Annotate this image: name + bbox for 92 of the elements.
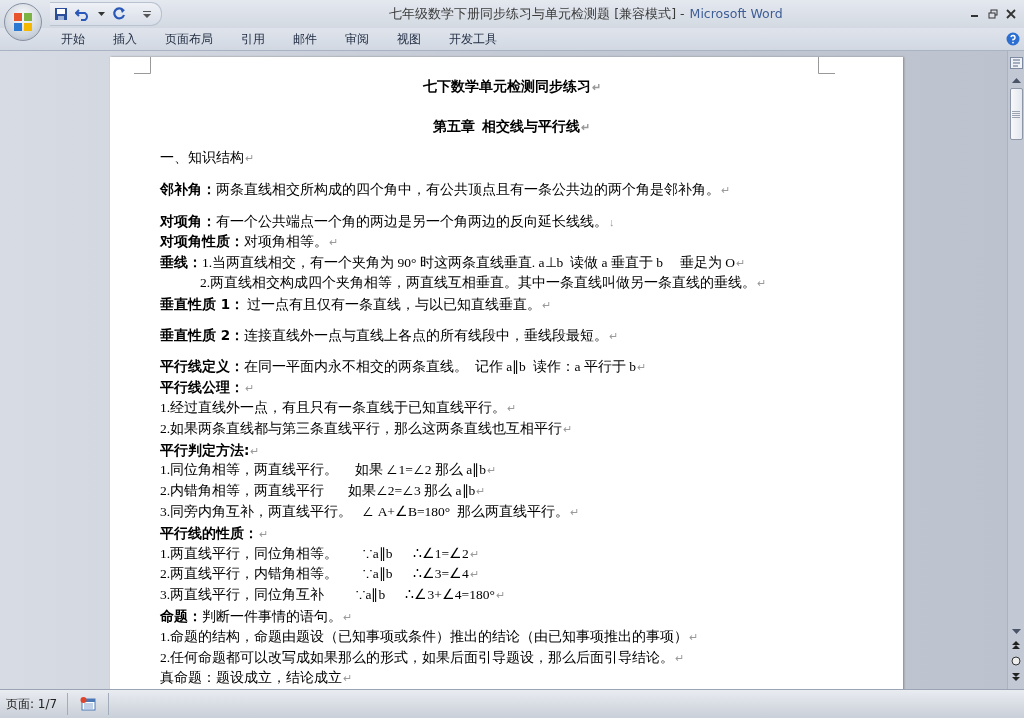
paragraph-mark: ↵	[735, 257, 745, 270]
paragraph-mark: ↵	[507, 401, 517, 414]
restore-icon[interactable]	[988, 9, 998, 19]
term-label: 垂直性质 2：	[160, 327, 245, 344]
close-icon[interactable]	[1006, 9, 1016, 19]
paragraph-mark: ↵	[476, 485, 486, 498]
corner-mark	[134, 57, 151, 74]
previous-page-icon[interactable]	[1012, 641, 1020, 649]
document-text: 有一个公共端点一个角的两边是另一个角两边的反向延长线线。	[216, 213, 608, 229]
paragraph-mark: ↵	[542, 298, 552, 311]
paragraph-mark: ↵	[259, 527, 268, 540]
term-label: 命题：	[160, 607, 202, 624]
term-label: 平行线公理：	[160, 379, 244, 396]
term-label: 平行判定方法:	[160, 441, 250, 458]
document-text: 对项角相等。	[244, 234, 328, 250]
paragraph-mark: ↓	[609, 215, 615, 228]
document-text: 1.经过直线外一点，有且只有一条直线于已知直线平行。	[160, 399, 507, 415]
paragraph-mark: ↵	[250, 444, 260, 457]
term-label: 对项角性质：	[160, 233, 244, 250]
ribbon-tab[interactable]: 引用	[227, 30, 279, 48]
app-name: Microsoft Word	[689, 5, 783, 21]
scroll-down-icon[interactable]	[1011, 629, 1021, 634]
paragraph-mark: ↵	[343, 610, 352, 623]
document-text: 1.当两直线相交，有一个夹角为 90° 时这两条直线垂直. a⊥b 读做 a 垂直于 b 垂足为 O	[202, 255, 735, 271]
paragraph-mark: ↵	[487, 464, 496, 477]
document-text: 在同一平面内永不相交的两条直线。 记作 a∥b 读作：a 平行于 b	[244, 359, 637, 375]
document-text: 过一点有且仅有一条直线，与以已知直线垂直。	[246, 296, 542, 312]
document-text: 2.两直线平行，内错角相等。 ∵a∥b ∴∠3=∠4	[160, 566, 469, 582]
next-page-icon[interactable]	[1012, 673, 1020, 681]
dropdown-caret-icon[interactable]	[98, 12, 105, 16]
term-label: 平行线定义：	[160, 358, 244, 375]
paragraph-mark: ↵	[469, 568, 479, 581]
ribbon-tab[interactable]: 页面布局	[151, 30, 227, 48]
scroll-thumb[interactable]	[1009, 88, 1023, 140]
ribbon-tab[interactable]: 邮件	[279, 30, 331, 48]
customize-toolbar-icon[interactable]	[143, 10, 151, 18]
corner-mark	[818, 57, 835, 74]
document-title: 七年级数学下册同步练习与单元检测题 [兼容模式] -	[389, 5, 685, 21]
document-text: 判断一件事情的语句。	[202, 608, 342, 624]
ruler-toggle-icon[interactable]	[1009, 57, 1023, 69]
ribbon-tab[interactable]: 开始	[47, 30, 99, 48]
document-text: 1.两直线平行，同位角相等。 ∵a∥b ∴∠1=∠2	[160, 545, 469, 561]
paragraph-mark: ↵	[609, 330, 619, 343]
paragraph-mark: ↵	[581, 121, 590, 133]
redo-icon[interactable]	[112, 7, 126, 21]
proofing-icon[interactable]	[80, 697, 97, 711]
paragraph-mark: ↵	[591, 81, 601, 93]
document-text: 两条直线相交所构成的四个角中，有公共顶点且有一条公共边的两个角是邻补角。	[216, 182, 720, 198]
ribbon-tab[interactable]: 视图	[383, 30, 435, 48]
document-text: 一、知识结构	[160, 150, 244, 165]
term-label: 垂直性质 1：	[160, 295, 245, 312]
document-text: 2.任何命题都可以改写成如果那么的形式，如果后面引导题设，那么后面引导结论。	[160, 649, 675, 665]
paragraph-mark: ↵	[757, 277, 767, 289]
paragraph-mark: ↵	[563, 422, 573, 435]
document-text: 1.命题的结构，命题由题设（已知事项或条件）推出的结论（由已知事项推出的事项）	[160, 628, 689, 644]
ribbon-tab[interactable]: 审阅	[331, 30, 383, 48]
document-text: 真命题：题设成立，结论成立	[160, 670, 342, 686]
scroll-up-icon[interactable]	[1011, 78, 1021, 83]
paragraph-mark: ↵	[637, 361, 647, 374]
document-text: 1.同位角相等，两直线平行。 如果 ∠1=∠2 那么 a∥b	[160, 462, 486, 478]
term-label: 垂线：	[160, 254, 202, 271]
term-label: 邻补角：	[160, 181, 216, 198]
paragraph-mark: ↵	[245, 382, 254, 395]
document-text: 2.两直线相交构成四个夹角相等，两直线互相垂直。其中一条直线叫做另一条直线的垂线。	[200, 275, 757, 290]
document-text: 连接直线外一点与直线上各点的所有线段中，垂线段最短。	[244, 328, 609, 344]
document-text: 第五章 相交线与平行线	[433, 119, 580, 134]
paragraph-mark: ↵	[329, 236, 338, 249]
paragraph-mark: ↵	[469, 547, 479, 560]
office-button[interactable]	[4, 3, 42, 41]
paragraph-mark: ↵	[675, 651, 685, 664]
browse-object-icon[interactable]	[1011, 656, 1021, 666]
ribbon-tab[interactable]: 开发工具	[435, 30, 511, 48]
paragraph-mark: ↵	[343, 672, 352, 685]
ribbon-tab[interactable]: 插入	[99, 30, 151, 48]
save-icon[interactable]	[54, 7, 68, 21]
paragraph-mark: ↵	[245, 152, 254, 164]
term-label: 平行线的性质：	[160, 524, 258, 541]
document-text: 2.如果两条直线都与第三条直线平行，那么这两条直线也互相平行	[160, 420, 563, 436]
paragraph-mark: ↵	[721, 184, 730, 197]
vertical-scrollbar[interactable]	[1007, 51, 1024, 689]
document-text: 2.内错角相等，两直线平行 如果∠2=∠3 那么 a∥b	[160, 483, 476, 499]
undo-icon[interactable]	[75, 7, 91, 21]
page-indicator[interactable]: 页面: 1/7	[0, 695, 68, 713]
document-text: 七下数学单元检测同步练习	[422, 79, 591, 94]
paragraph-mark: ↵	[570, 505, 579, 518]
help-icon[interactable]	[1006, 32, 1020, 46]
document-text: 3.同旁内角互补，两直线平行。 ∠ A+∠B=180° 那么两直线平行。	[160, 503, 569, 519]
paragraph-mark: ↵	[689, 630, 699, 643]
document-text: 3.两直线平行，同位角互补 ∵a∥b ∴∠3+∠4=180°	[160, 587, 495, 603]
office-logo-icon	[12, 11, 34, 33]
term-label: 对项角：	[160, 212, 216, 229]
paragraph-mark: ↵	[495, 589, 505, 602]
